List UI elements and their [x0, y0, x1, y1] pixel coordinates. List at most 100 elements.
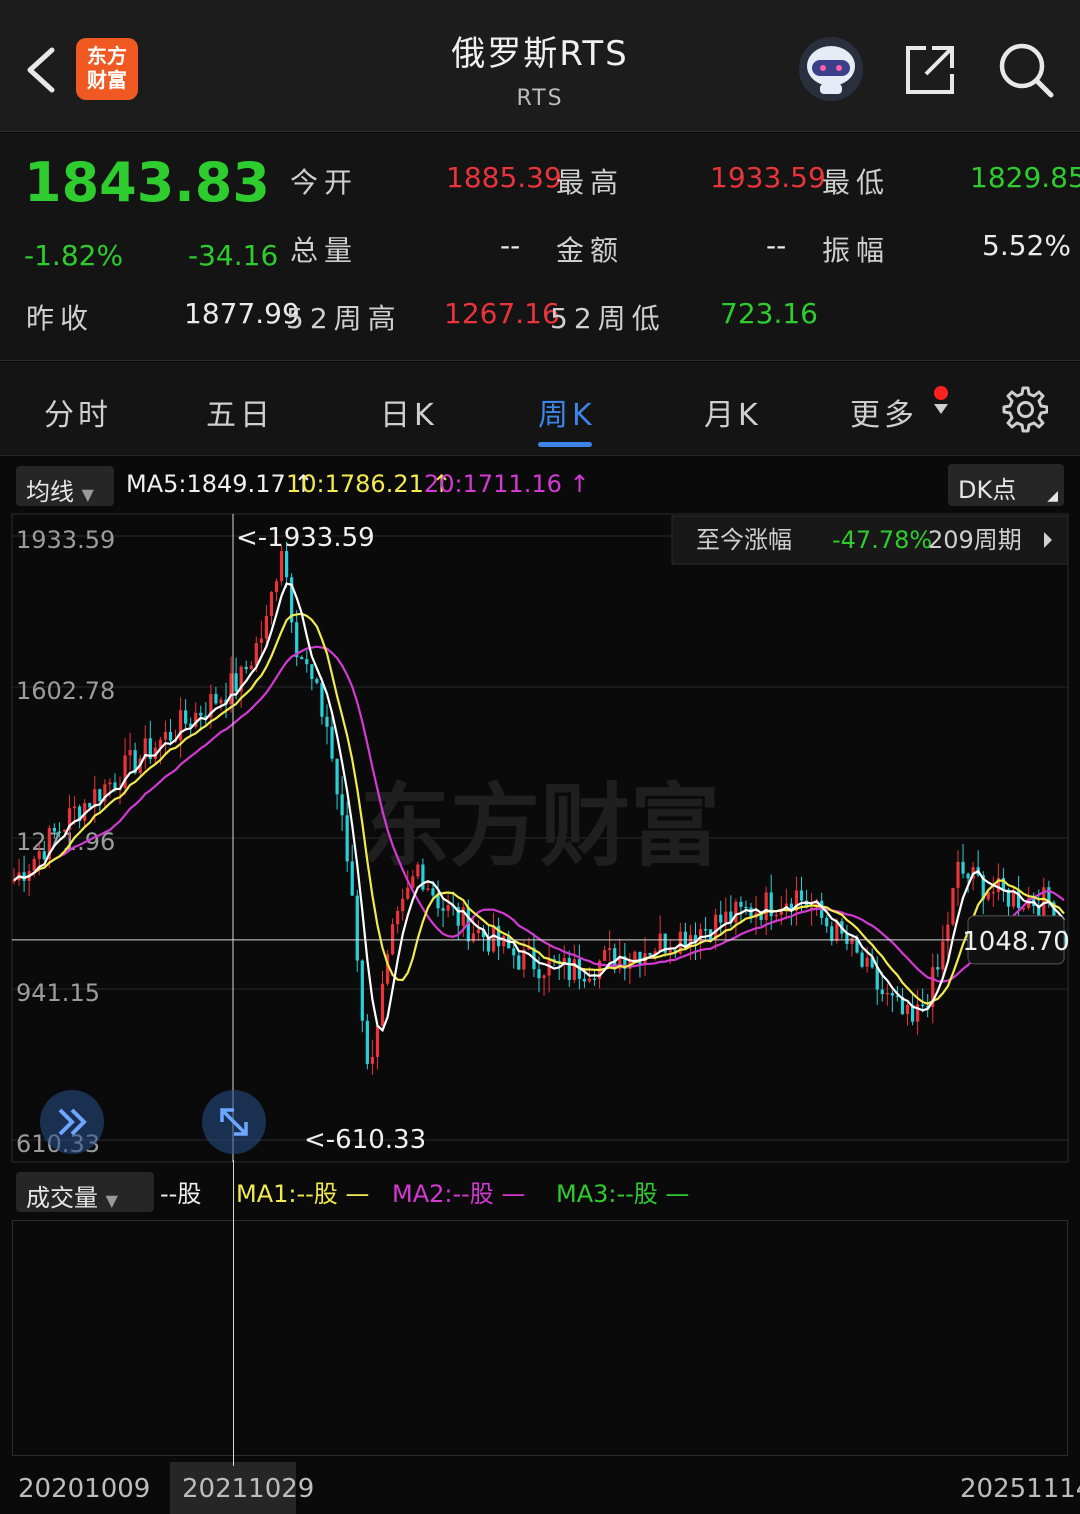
- page-subtitle: RTS: [516, 86, 564, 111]
- expand-sidebar-button[interactable]: [40, 1090, 104, 1154]
- candlestick: [118, 776, 122, 805]
- candlestick: [300, 655, 304, 660]
- volume-unit: --股: [160, 1180, 202, 1208]
- volume-ma1: MA1:--股 —: [236, 1180, 370, 1208]
- volume-ma3: MA3:--股 —: [556, 1180, 690, 1208]
- candlestick: [517, 949, 521, 971]
- corner-arrow-icon: ◢: [1047, 488, 1058, 504]
- candlestick: [325, 704, 329, 745]
- period-count: 209周期: [928, 526, 1022, 554]
- candlestick: [214, 686, 218, 706]
- candlestick: [17, 858, 21, 886]
- candlestick: [269, 591, 274, 625]
- share-icon[interactable]: [902, 42, 958, 98]
- tab-monthly-k[interactable]: 月K: [704, 390, 762, 434]
- chevron-down-icon: [934, 404, 948, 414]
- candlestick: [310, 664, 314, 691]
- candlestick: [249, 661, 253, 671]
- candlestick: [219, 696, 223, 711]
- notification-dot: [934, 386, 948, 400]
- w52-low-label: 52周低: [550, 302, 666, 335]
- candlestick: [936, 953, 940, 977]
- candlestick: [380, 970, 385, 1027]
- candlestick: [143, 725, 147, 770]
- app-logo: 东方 财富: [76, 38, 138, 100]
- candlestick: [370, 1039, 375, 1075]
- candlestick: [396, 906, 400, 934]
- tab-daily-k[interactable]: 日K: [380, 390, 438, 434]
- candlestick: [683, 922, 687, 948]
- candlestick: [391, 918, 395, 956]
- candlestick: [900, 987, 905, 1016]
- candlestick: [360, 959, 364, 1033]
- search-icon[interactable]: [996, 40, 1056, 100]
- amplitude-label: 振幅: [822, 234, 891, 267]
- double-chevron-icon: [58, 1108, 87, 1136]
- candlestick: [340, 776, 344, 831]
- candlestick: [426, 882, 430, 892]
- candlestick: [991, 876, 995, 907]
- volume-indicator-selector[interactable]: 成交量 ▼: [16, 1172, 154, 1212]
- candlestick: [290, 573, 294, 633]
- candlestick: [603, 945, 607, 962]
- top-bar: 东方 财富 俄罗斯RTS RTS: [0, 0, 1080, 132]
- candlestick: [658, 915, 662, 952]
- max-value-marker: <-1933.59: [236, 523, 375, 553]
- candlestick: [850, 936, 854, 957]
- candlestick: [27, 863, 31, 897]
- expand-arrows-icon: [220, 1108, 248, 1136]
- amplitude-value: 5.52%: [982, 229, 1071, 262]
- candlestick: [739, 896, 743, 922]
- period-change-label: 至今涨幅: [696, 526, 792, 554]
- tab-five-day[interactable]: 五日: [206, 390, 274, 434]
- candlestick: [845, 924, 849, 951]
- settings-gear-icon[interactable]: [998, 384, 1048, 434]
- candlestick: [345, 801, 349, 872]
- tab-more[interactable]: 更多: [850, 390, 918, 434]
- candlestick: [961, 843, 965, 879]
- ma20-value: 20:1711.16 ↑: [424, 470, 590, 498]
- candlestick: [547, 944, 551, 993]
- candlestick: [592, 970, 597, 986]
- candlestick: [744, 900, 748, 915]
- candlestick: [184, 699, 188, 730]
- volume-value: --: [500, 229, 521, 262]
- change-percent: -1.82%: [24, 239, 124, 272]
- candlestick: [350, 844, 354, 896]
- weekly-candlestick-chart[interactable]: 1933.591602.781271.96941.15610.33东方财富<-1…: [0, 512, 1080, 1167]
- amount-value: --: [766, 229, 787, 262]
- indicator-selector[interactable]: 均线 ▼: [16, 466, 114, 506]
- candlestick: [608, 930, 612, 962]
- candlestick: [78, 804, 82, 829]
- candlestick: [1001, 868, 1006, 902]
- candlestick: [315, 677, 319, 685]
- tab-intraday[interactable]: 分时: [44, 390, 112, 434]
- tab-weekly-k[interactable]: 周K: [538, 390, 596, 434]
- candlestick: [931, 953, 935, 1024]
- back-arrow-icon[interactable]: [22, 44, 62, 96]
- dk-point-button[interactable]: DK点 ◢: [948, 464, 1064, 506]
- candlestick: [305, 650, 309, 673]
- candlestick: [749, 902, 753, 924]
- active-tab-indicator: [538, 442, 592, 447]
- w52-high-label: 52周高: [286, 302, 402, 335]
- candlestick: [436, 880, 440, 917]
- last-price: 1843.83: [24, 151, 270, 214]
- candlestick: [401, 888, 405, 921]
- candlestick: [244, 660, 248, 674]
- dropdown-icon: ▼: [81, 485, 94, 504]
- candlestick: [643, 937, 647, 976]
- y-tick-label: 1602.78: [16, 677, 115, 705]
- robot-assistant-icon[interactable]: [796, 36, 866, 102]
- candlestick: [491, 912, 496, 954]
- candlestick: [956, 850, 960, 906]
- fullscreen-button[interactable]: [202, 1090, 266, 1154]
- candlestick: [542, 973, 546, 996]
- candlestick: [103, 779, 107, 808]
- change-value: -34.16: [188, 239, 279, 272]
- cursor-date: 20211029: [182, 1474, 315, 1504]
- candlestick: [163, 720, 168, 755]
- candlestick: [905, 1002, 910, 1026]
- candlestick: [229, 656, 233, 713]
- period-change-value: -47.78%: [832, 526, 932, 554]
